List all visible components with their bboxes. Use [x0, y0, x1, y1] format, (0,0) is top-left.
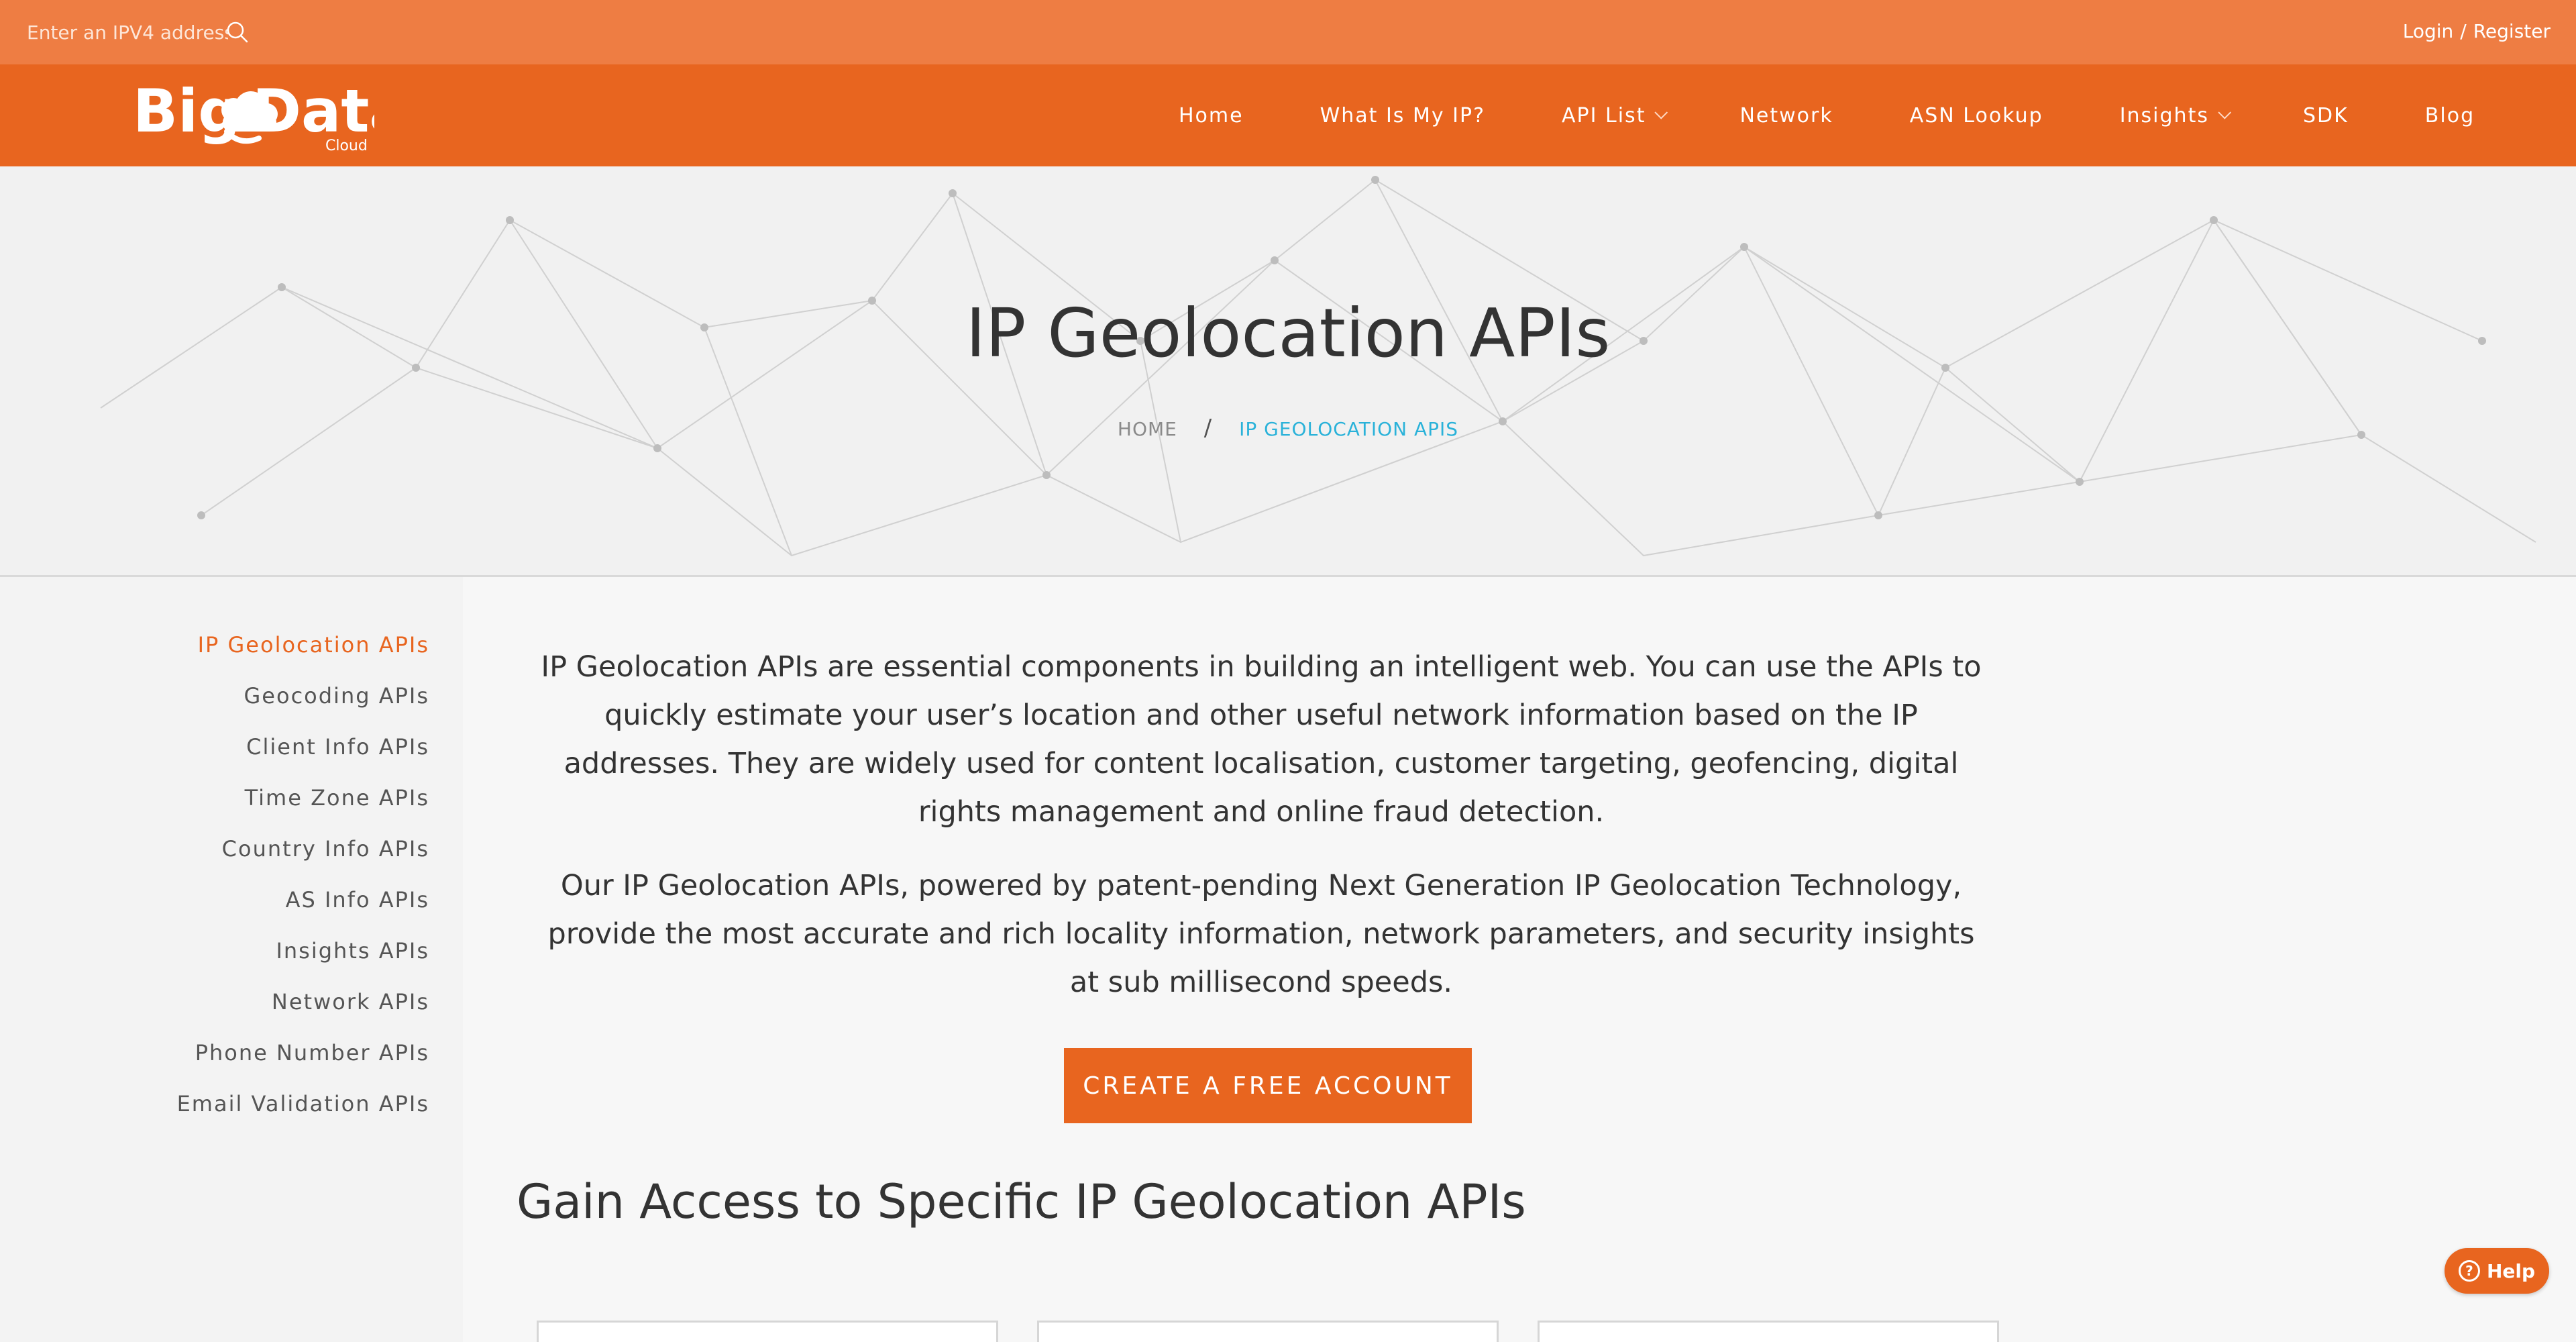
nav-item-sdk[interactable]: SDK — [2265, 104, 2387, 127]
nav-menu: Home What Is My IP? API List Network ASN… — [1140, 64, 2513, 166]
chevron-down-icon — [1654, 105, 1668, 119]
top-utility-bar: Login / Register — [0, 0, 2576, 64]
sidebar-item-geocoding-apis[interactable]: Geocoding APIs — [177, 679, 429, 730]
api-card[interactable] — [1037, 1321, 1499, 1342]
help-icon: ? — [2458, 1260, 2480, 1282]
sidebar-item-as-info-apis[interactable]: AS Info APIs — [177, 883, 429, 934]
nav-label: API List — [1562, 103, 1646, 127]
nav-label: What Is My IP? — [1320, 103, 1486, 127]
api-sidebar: IP Geolocation APIs Geocoding APIs Clien… — [0, 577, 463, 1342]
breadcrumb-separator: / — [1203, 415, 1213, 442]
nav-item-what-is-my-ip[interactable]: What Is My IP? — [1282, 104, 1523, 127]
sidebar-item-insights-apis[interactable]: Insights APIs — [177, 934, 429, 985]
login-separator: / — [2460, 20, 2467, 42]
nav-item-asn-lookup[interactable]: ASN Lookup — [1872, 104, 2082, 127]
nav-label: Insights — [2119, 103, 2209, 127]
nav-label: Network — [1739, 103, 1833, 127]
login-link[interactable]: Login — [2403, 20, 2454, 42]
sidebar-item-network-apis[interactable]: Network APIs — [177, 985, 429, 1036]
nav-label: SDK — [2302, 103, 2349, 127]
breadcrumb-home[interactable]: HOME — [1118, 418, 1177, 440]
breadcrumb-current: IP GEOLOCATION APIS — [1239, 418, 1459, 440]
bigdatacloud-logo[interactable]: Big Data Cloud — [133, 76, 409, 154]
api-card[interactable] — [537, 1321, 998, 1342]
main-content: IP Geolocation APIs are essential compon… — [463, 577, 2576, 1342]
logo-subtext: Cloud — [325, 138, 368, 153]
api-card[interactable] — [1538, 1321, 1999, 1342]
breadcrumb: HOME / IP GEOLOCATION APIS — [0, 415, 2576, 442]
nav-item-home[interactable]: Home — [1140, 104, 1282, 127]
sidebar-item-client-info-apis[interactable]: Client Info APIs — [177, 730, 429, 781]
register-link[interactable]: Register — [2473, 20, 2551, 42]
main-navbar: Big Data Cloud Home What Is My IP? API L… — [0, 64, 2576, 166]
ip-search-input[interactable] — [27, 21, 228, 44]
help-button[interactable]: ? Help — [2445, 1248, 2549, 1294]
nav-item-api-list[interactable]: API List — [1523, 104, 1701, 127]
search-icon[interactable] — [224, 19, 251, 46]
nav-item-insights[interactable]: Insights — [2082, 104, 2265, 127]
chevron-down-icon — [2218, 105, 2232, 119]
nav-label: ASN Lookup — [1909, 103, 2043, 127]
nav-label: Blog — [2424, 103, 2475, 127]
nav-label: Home — [1179, 103, 1244, 127]
ip-search — [27, 17, 251, 47]
nav-item-network[interactable]: Network — [1701, 104, 1871, 127]
help-label: Help — [2486, 1259, 2536, 1282]
hero-banner: IP Geolocation APIs HOME / IP GEOLOCATIO… — [0, 166, 2576, 577]
page-title: IP Geolocation APIs — [965, 294, 1611, 372]
sidebar-list: IP Geolocation APIs Geocoding APIs Clien… — [177, 628, 429, 1138]
sidebar-item-country-info-apis[interactable]: Country Info APIs — [177, 832, 429, 883]
sidebar-item-email-validation-apis[interactable]: Email Validation APIs — [177, 1087, 429, 1138]
sidebar-item-phone-number-apis[interactable]: Phone Number APIs — [177, 1036, 429, 1087]
nav-item-blog[interactable]: Blog — [2387, 104, 2513, 127]
sidebar-item-time-zone-apis[interactable]: Time Zone APIs — [177, 781, 429, 832]
login-register: Login / Register — [2403, 20, 2551, 42]
create-free-account-button[interactable]: CREATE A FREE ACCOUNT — [1064, 1048, 1472, 1123]
intro-paragraph: IP Geolocation APIs are essential compon… — [541, 650, 1982, 829]
technology-paragraph: Our IP Geolocation APIs, powered by pate… — [547, 869, 1975, 999]
sidebar-item-ip-geolocation-apis[interactable]: IP Geolocation APIs — [177, 628, 429, 679]
section-title: Gain Access to Specific IP Geolocation A… — [517, 1174, 1526, 1229]
